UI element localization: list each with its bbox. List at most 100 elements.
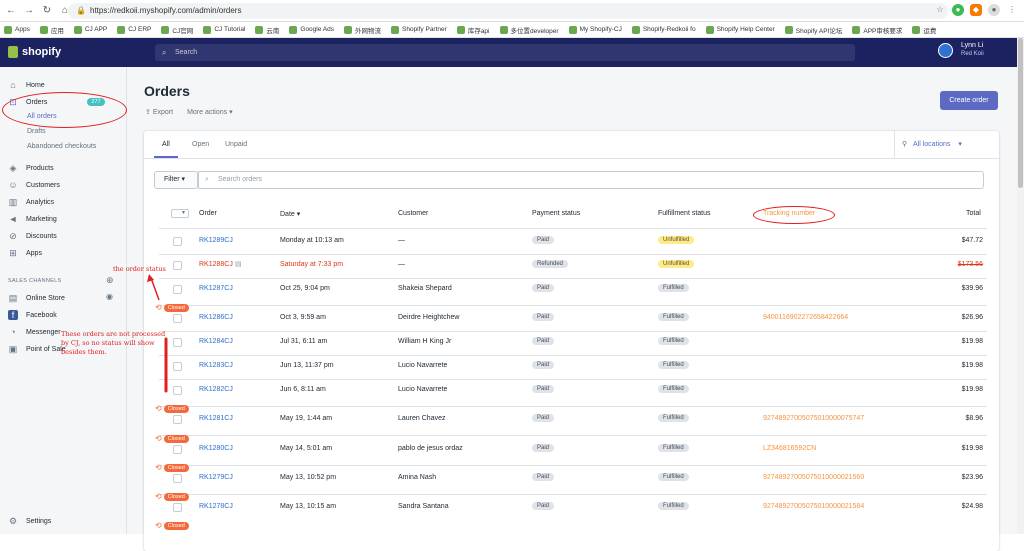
row-checkbox[interactable] [173, 445, 182, 454]
sidebar-item-drafts[interactable]: Drafts [27, 128, 46, 135]
export-button[interactable]: ⇪ Export [145, 108, 173, 116]
location-select[interactable]: ⚲ All locations ▾ [894, 131, 999, 159]
sidebar-item-customers[interactable]: ☺ Customers [8, 180, 59, 190]
forward-icon[interactable]: → [22, 4, 36, 18]
bookmark-item[interactable]: 云南 [255, 25, 279, 35]
order-total: $19.98 [961, 362, 983, 369]
bookmark-item[interactable]: Google Ads [289, 25, 334, 34]
row-checkbox[interactable] [173, 338, 182, 347]
order-date: Oct 3, 9:59 am [280, 314, 326, 321]
row-checkbox[interactable] [173, 285, 182, 294]
row-checkbox[interactable] [173, 237, 182, 246]
bookmark-item[interactable]: CJ Tutorial [203, 25, 245, 34]
tracking-link[interactable]: 92748927005075010000021584 [763, 503, 864, 510]
sidebar-item-facebook[interactable]: f Facebook [8, 310, 57, 320]
tracking-link[interactable]: 9400116902272658422664 [763, 314, 848, 321]
search-icon: ⌕ [205, 176, 209, 183]
user-menu[interactable]: Lynn Li Red Koii [938, 42, 984, 58]
order-link[interactable]: RK1289CJ [199, 237, 233, 244]
back-icon[interactable]: ← [4, 4, 18, 18]
order-search-placeholder: Search orders [218, 176, 262, 183]
fulfillment-badge: Fulfilled [658, 385, 689, 393]
bookmark-item[interactable]: 运费 [912, 25, 936, 35]
bookmark-item[interactable]: Apps [4, 25, 30, 34]
sidebar-item-marketing[interactable]: ◄ Marketing [8, 214, 57, 224]
col-payment[interactable]: Payment status [532, 210, 580, 217]
tab-unpaid[interactable]: Unpaid [225, 141, 247, 148]
scrollbar-thumb[interactable] [1018, 38, 1023, 188]
add-channel-icon[interactable]: ⊕ [106, 275, 114, 286]
row-checkbox[interactable] [173, 314, 182, 323]
eye-icon[interactable]: ◉ [106, 292, 113, 301]
bookmark-item[interactable]: Shopify Help Center [705, 25, 775, 34]
tracking-link[interactable]: LZ346816592CN [763, 445, 816, 452]
bookmark-item[interactable]: Shopify API论坛 [784, 25, 842, 35]
address-bar[interactable]: 🔒 https://redkoii.myshopify.com/admin/or… [68, 3, 948, 19]
col-customer[interactable]: Customer [398, 210, 428, 217]
select-all-checkbox[interactable]: ▾ [171, 209, 189, 218]
sidebar-item-home[interactable]: ⌂ Home [8, 80, 44, 90]
bookmark-item[interactable]: Shopify-Redkoii fo [631, 25, 696, 34]
global-search-input[interactable]: ⌕ Search [155, 44, 855, 61]
page-scrollbar[interactable] [1017, 38, 1024, 534]
sidebar-item-label: Settings [26, 517, 52, 525]
col-fulfillment[interactable]: Fulfillment status [658, 210, 711, 217]
bookmark-item[interactable]: 多位置developer [499, 25, 559, 35]
row-checkbox[interactable] [173, 362, 182, 371]
order-total: $8.96 [965, 415, 983, 422]
order-link[interactable]: RK1282CJ [199, 386, 233, 393]
sidebar-item-messenger[interactable]: ◔ Messenger [8, 327, 60, 337]
col-order[interactable]: Order [199, 210, 217, 217]
bookmark-item[interactable]: APP审核要求 [852, 25, 902, 35]
filter-button[interactable]: Filter ▾ [154, 171, 198, 189]
order-link[interactable]: RK1286CJ [199, 314, 233, 321]
sidebar-item-abandoned[interactable]: Abandoned checkouts [27, 143, 96, 150]
star-icon[interactable]: ☆ [934, 4, 946, 16]
order-link[interactable]: RK1278CJ [199, 503, 233, 510]
order-link[interactable]: RK1279CJ [199, 474, 233, 481]
sidebar-item-discounts[interactable]: ⊘ Discounts [8, 231, 57, 241]
extension-icon-2[interactable]: ◆ [970, 4, 982, 16]
col-date[interactable]: Date ▾ [280, 210, 300, 218]
bookmark-item[interactable]: Shopify Partner [391, 25, 447, 34]
order-link[interactable]: RK1283CJ [199, 362, 233, 369]
reload-icon[interactable]: ↻ [40, 4, 54, 18]
row-checkbox[interactable] [173, 474, 182, 483]
bookmark-item[interactable]: CJ ERP [117, 25, 151, 34]
more-actions-button[interactable]: More actions ▾ [187, 108, 233, 116]
row-checkbox[interactable] [173, 386, 182, 395]
shopify-topbar: shopify ⌕ Search Lynn Li Red Koii [0, 38, 1017, 67]
order-link[interactable]: RK1288CJ [199, 261, 233, 268]
bookmark-item[interactable]: CJ官网 [161, 25, 193, 35]
sidebar-item-analytics[interactable]: ▥ Analytics [8, 197, 54, 207]
sidebar-item-settings[interactable]: ⚙ Settings [8, 516, 51, 526]
bookmark-item[interactable]: My Shopify-CJ [568, 25, 622, 34]
order-link[interactable]: RK1281CJ [199, 415, 233, 422]
row-checkbox[interactable] [173, 261, 182, 270]
bookmark-item[interactable]: 外网物流 [344, 25, 381, 35]
order-link[interactable]: RK1287CJ [199, 285, 233, 292]
tracking-link[interactable]: 92748927005075010000021560 [763, 474, 864, 481]
order-customer: pablo de jesus ordaz [398, 445, 463, 452]
extension-icon[interactable]: ● [952, 4, 964, 16]
profile-icon[interactable]: ● [988, 4, 1000, 16]
sidebar-item-products[interactable]: ◈ Products [8, 163, 54, 173]
tracking-link[interactable]: 9274892700507501000007574​7 [763, 415, 864, 422]
shopify-logo[interactable]: shopify [8, 46, 61, 58]
row-checkbox[interactable] [173, 503, 182, 512]
bookmark-item[interactable]: 库存api [456, 25, 490, 35]
sidebar-item-online-store[interactable]: ▤ Online Store [8, 293, 65, 303]
tab-open[interactable]: Open [192, 141, 209, 148]
row-checkbox[interactable] [173, 415, 182, 424]
tab-all[interactable]: All [162, 141, 170, 148]
menu-icon[interactable]: ⋮ [1006, 4, 1018, 16]
bookmark-item[interactable]: 应用 [39, 25, 64, 35]
order-link[interactable]: RK1280CJ [199, 445, 233, 452]
sidebar-item-pos[interactable]: ▣ Point of Sale [8, 344, 66, 354]
bookmark-item[interactable]: CJ APP [73, 25, 107, 34]
create-order-button[interactable]: Create order [940, 91, 998, 110]
order-link[interactable]: RK1284CJ [199, 338, 233, 345]
order-search-input[interactable]: ⌕ Search orders [198, 171, 984, 189]
col-total[interactable]: Total [966, 210, 981, 217]
sidebar-item-apps[interactable]: ⊞ Apps [8, 248, 42, 258]
